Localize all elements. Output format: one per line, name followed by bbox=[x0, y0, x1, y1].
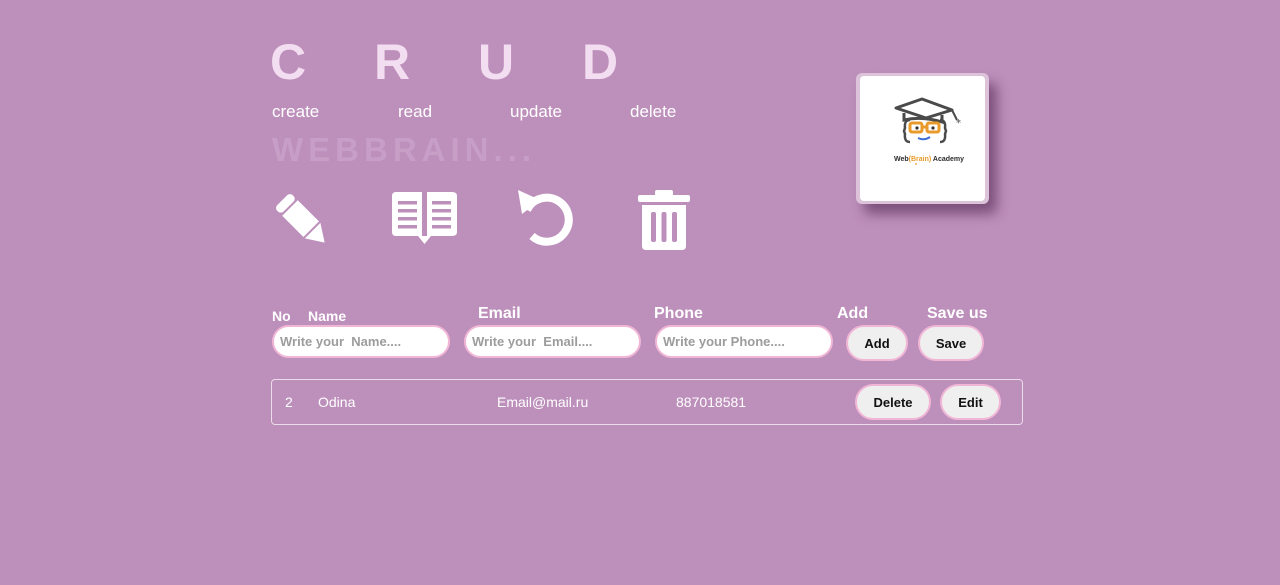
save-button[interactable]: Save bbox=[918, 325, 984, 361]
label-phone: Phone bbox=[654, 305, 703, 322]
table-row: 2 Odina Email@mail.ru 887018581 Delete E… bbox=[271, 379, 1023, 425]
logo-card: * Web(Brain) Academy bbox=[856, 73, 989, 204]
label-no: No bbox=[272, 308, 291, 324]
delete-button[interactable]: Delete bbox=[855, 384, 931, 420]
svg-text:Web(Brain) Academy: Web(Brain) Academy bbox=[894, 156, 964, 163]
word-read: read bbox=[398, 102, 433, 121]
label-save-us: Save us bbox=[927, 305, 988, 322]
academy-logo-icon: * Web(Brain) Academy bbox=[894, 97, 964, 165]
logo-text-academy: Academy bbox=[931, 156, 964, 163]
crud-letter-d: D bbox=[582, 34, 619, 90]
crud-letter-u: U bbox=[478, 34, 515, 90]
label-add: Add bbox=[837, 305, 869, 322]
word-create: create bbox=[272, 102, 320, 121]
logo: * Web(Brain) Academy bbox=[860, 76, 985, 201]
row-name: Odina bbox=[318, 394, 356, 410]
undo-icon[interactable] bbox=[516, 188, 580, 250]
row-email: Email@mail.ru bbox=[497, 394, 589, 410]
open-book-icon[interactable] bbox=[390, 188, 460, 248]
email-input[interactable] bbox=[464, 325, 641, 358]
brand-title: WEBBRAIN... bbox=[272, 131, 536, 168]
svg-text:*: * bbox=[956, 118, 961, 129]
trash-icon[interactable] bbox=[636, 188, 692, 252]
logo-text-web: Web bbox=[894, 156, 909, 163]
label-email: Email bbox=[478, 305, 521, 322]
crud-letters: C R U D bbox=[270, 32, 686, 92]
add-button[interactable]: Add bbox=[846, 325, 908, 361]
name-input[interactable] bbox=[272, 325, 450, 358]
crud-words: create read update delete bbox=[272, 102, 676, 122]
edit-button[interactable]: Edit bbox=[940, 384, 1001, 420]
word-delete: delete bbox=[630, 102, 677, 121]
row-no: 2 bbox=[285, 394, 293, 410]
logo-text-brain: (Brain) bbox=[909, 156, 932, 163]
word-update: update bbox=[510, 102, 562, 121]
pencil-icon[interactable] bbox=[270, 188, 334, 252]
page: C R U D create read update delete WEBBRA… bbox=[0, 0, 1280, 585]
phone-input[interactable] bbox=[655, 325, 833, 358]
crud-letter-c: C bbox=[270, 34, 307, 90]
row-phone: 887018581 bbox=[676, 394, 747, 410]
label-name: Name bbox=[308, 308, 347, 324]
crud-letter-r: R bbox=[374, 34, 411, 90]
